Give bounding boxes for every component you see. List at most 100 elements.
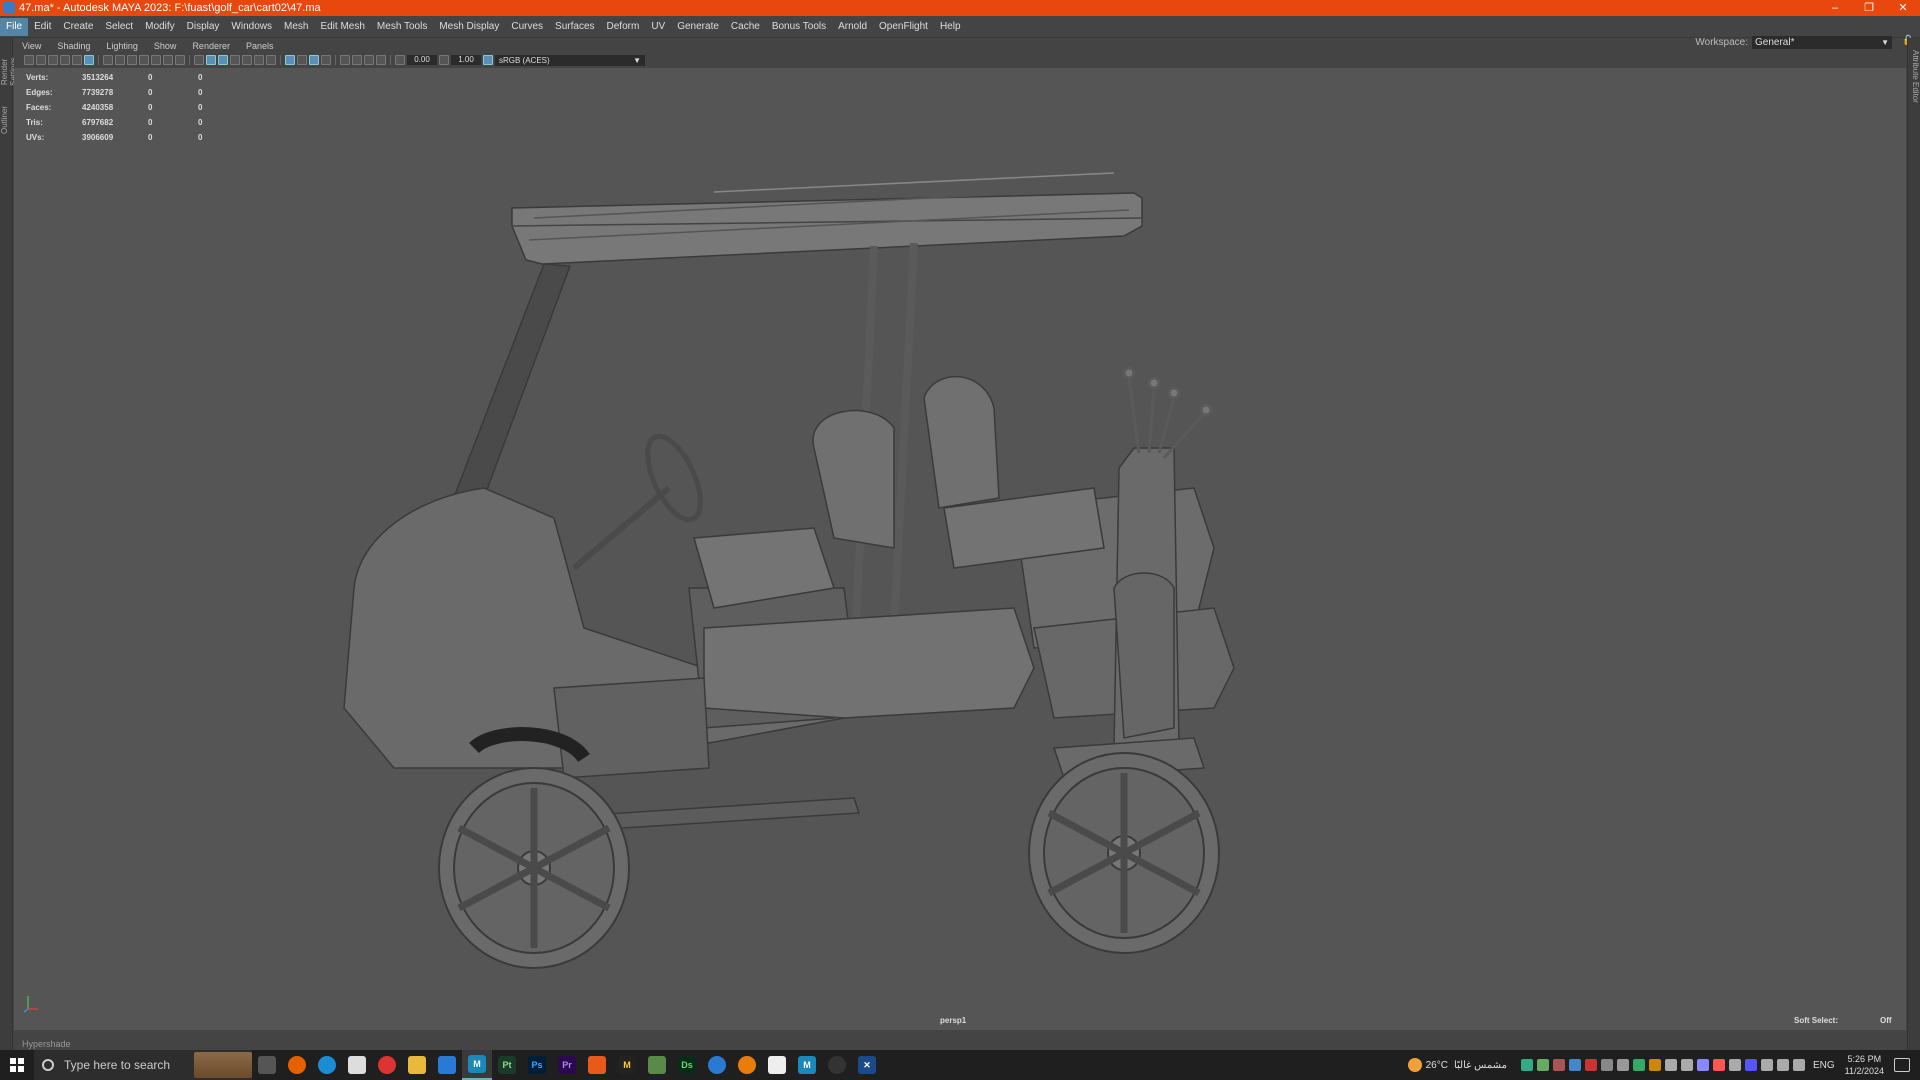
edge-app[interactable] (312, 1050, 342, 1080)
backface-culling-icon[interactable] (376, 55, 386, 65)
panel-menu-renderer[interactable]: Renderer (184, 40, 238, 52)
menu-modify[interactable]: Modify (139, 18, 180, 36)
outliner-tab[interactable]: Outliner (0, 102, 13, 138)
taskbar-clock[interactable]: 5:26 PM 11/2/2024 (1845, 1053, 1884, 1077)
panel-menu-show[interactable]: Show (146, 40, 185, 52)
panel-menu-shading[interactable]: Shading (49, 40, 98, 52)
depth-of-field-icon[interactable] (321, 55, 331, 65)
tray-app-icon[interactable] (1776, 1059, 1789, 1071)
restore-button[interactable]: ❐ (1852, 0, 1886, 16)
menu-deform[interactable]: Deform (601, 18, 646, 36)
speaker-icon[interactable] (1600, 1059, 1613, 1071)
close-button[interactable]: ✕ (1886, 0, 1920, 16)
obs-app[interactable] (822, 1050, 852, 1080)
xray-joints-icon[interactable] (364, 55, 374, 65)
menu-cache[interactable]: Cache (725, 18, 766, 36)
menu-mesh-tools[interactable]: Mesh Tools (371, 18, 433, 36)
hypershade-tab[interactable]: Hypershade (14, 1038, 1906, 1050)
menu-edit[interactable]: Edit (28, 18, 57, 36)
notification-icon[interactable] (1894, 1058, 1910, 1072)
tray-app-icon[interactable] (1744, 1059, 1757, 1071)
ambient-occlusion-icon[interactable] (285, 55, 295, 65)
battery-icon[interactable] (1664, 1059, 1677, 1071)
grid-icon[interactable] (103, 55, 113, 65)
weather-widget[interactable]: 26°C مشمس غالبًا (1407, 1058, 1507, 1072)
menu-uv[interactable]: UV (645, 18, 671, 36)
task-view-button[interactable] (252, 1050, 282, 1080)
minimize-button[interactable]: – (1818, 0, 1852, 16)
image-plane-icon[interactable] (60, 55, 70, 65)
color-space-dropdown[interactable]: sRGB (ACES) ▼ (495, 54, 645, 66)
tray-app-icon[interactable] (1536, 1059, 1549, 1071)
menu-mesh-display[interactable]: Mesh Display (433, 18, 505, 36)
safe-title-icon[interactable] (175, 55, 185, 65)
textured-icon[interactable] (242, 55, 252, 65)
chrome-app[interactable] (372, 1050, 402, 1080)
exposure-icon[interactable] (395, 55, 405, 65)
panel-menu-lighting[interactable]: Lighting (98, 40, 146, 52)
substance-painter-app[interactable]: Pt (492, 1050, 522, 1080)
2d-pan-zoom-icon[interactable] (72, 55, 82, 65)
substance-designer-app[interactable]: Ds (672, 1050, 702, 1080)
menu-surfaces[interactable]: Surfaces (549, 18, 600, 36)
menu-generate[interactable]: Generate (671, 18, 725, 36)
tray-app-icon[interactable] (1728, 1059, 1741, 1071)
motion-blur-icon[interactable] (297, 55, 307, 65)
tray-app-icon[interactable] (1552, 1059, 1565, 1071)
grease-pencil-icon[interactable] (84, 55, 94, 65)
blender-app[interactable] (732, 1050, 762, 1080)
menu-edit-mesh[interactable]: Edit Mesh (314, 18, 370, 36)
exposure-field[interactable]: 0.00 (407, 55, 437, 65)
safe-action-icon[interactable] (163, 55, 173, 65)
marmoset-app[interactable]: M (612, 1050, 642, 1080)
store-app[interactable] (342, 1050, 372, 1080)
shadows-icon[interactable] (266, 55, 276, 65)
lights-icon[interactable] (254, 55, 264, 65)
volume-icon[interactable] (1792, 1059, 1805, 1071)
tray-app-icon[interactable] (1520, 1059, 1533, 1071)
camera-select-icon[interactable] (24, 55, 34, 65)
isolate-select-icon[interactable] (340, 55, 350, 65)
menu-display[interactable]: Display (181, 18, 226, 36)
color-management-icon[interactable] (483, 55, 493, 65)
menu-select[interactable]: Select (99, 18, 139, 36)
anti-aliasing-icon[interactable] (309, 55, 319, 65)
browser-app[interactable] (702, 1050, 732, 1080)
calendar-app[interactable] (432, 1050, 462, 1080)
attribute-editor-tab[interactable]: Attribute Editor (1907, 46, 1920, 106)
gate-mask-icon[interactable] (139, 55, 149, 65)
x-app[interactable]: ✕ (852, 1050, 882, 1080)
keyboard-icon[interactable] (1760, 1059, 1773, 1071)
tray-app-icon[interactable] (1584, 1059, 1597, 1071)
film-gate-icon[interactable] (115, 55, 125, 65)
gamma-field[interactable]: 1.00 (451, 55, 481, 65)
smooth-shade-icon[interactable] (206, 55, 216, 65)
photoshop-app[interactable]: Ps (522, 1050, 552, 1080)
tray-app-icon[interactable] (1696, 1059, 1709, 1071)
menu-bonus-tools[interactable]: Bonus Tools (766, 18, 832, 36)
maya-app[interactable]: M (462, 1050, 492, 1080)
inkscape-app[interactable] (762, 1050, 792, 1080)
field-chart-icon[interactable] (151, 55, 161, 65)
language-indicator[interactable]: ENG (1813, 1060, 1835, 1071)
firefox-app[interactable] (282, 1050, 312, 1080)
camera-attributes-icon[interactable] (36, 55, 46, 65)
file-explorer-app[interactable] (402, 1050, 432, 1080)
menu-curves[interactable]: Curves (505, 18, 549, 36)
panel-menu-view[interactable]: View (14, 40, 49, 52)
tray-app-icon[interactable] (1648, 1059, 1661, 1071)
tray-app-icon[interactable] (1632, 1059, 1645, 1071)
3d-viewport[interactable]: Verts: 3513264 0 0 Edges: 7739278 0 0 Fa… (14, 68, 1906, 1030)
panel-menu-panels[interactable]: Panels (238, 40, 282, 52)
start-button[interactable] (0, 1050, 34, 1080)
menu-file[interactable]: File (0, 17, 29, 36)
menu-openflight[interactable]: OpenFlight (873, 18, 934, 36)
menu-windows[interactable]: Windows (225, 18, 278, 36)
tray-app-icon[interactable] (1568, 1059, 1581, 1071)
menu-create[interactable]: Create (57, 18, 99, 36)
gamma-icon[interactable] (439, 55, 449, 65)
tray-app-icon[interactable] (1712, 1059, 1725, 1071)
wifi-icon[interactable] (1680, 1059, 1693, 1071)
default-material-icon[interactable] (218, 55, 228, 65)
xray-icon[interactable] (352, 55, 362, 65)
